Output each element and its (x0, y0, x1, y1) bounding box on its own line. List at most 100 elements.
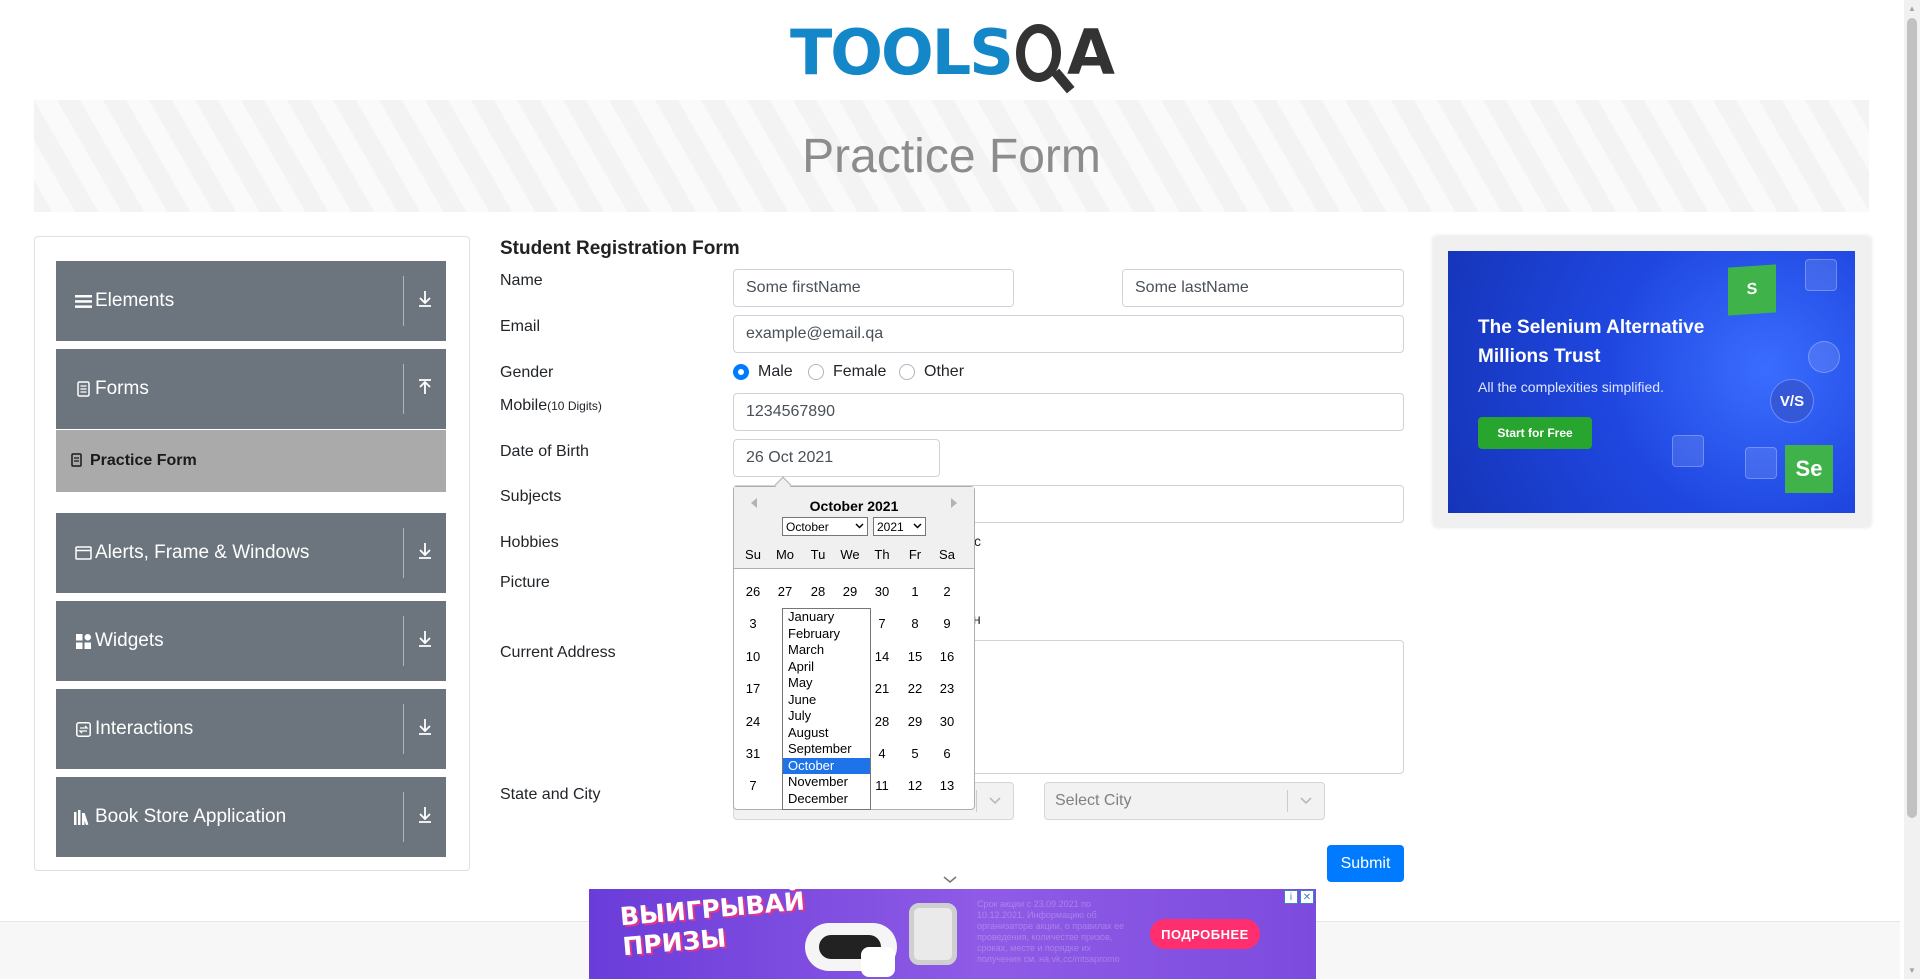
chevron-down-icon (913, 521, 922, 532)
vs-badge: V/S (1770, 379, 1814, 423)
ad-more-button[interactable]: ПОДРОБНЕЕ (1150, 919, 1260, 949)
mobile-input[interactable]: 1234567890 (733, 393, 1404, 431)
dob-label: Date of Birth (500, 443, 589, 460)
calendar-day[interactable]: 16 (931, 649, 963, 664)
first-name-input[interactable]: Some firstName (733, 269, 1014, 307)
calendar-day[interactable]: 1 (899, 584, 931, 599)
expand-icon (404, 806, 446, 829)
hobbies-label: Hobbies (500, 534, 559, 551)
month-option[interactable]: January (783, 609, 870, 626)
calendar-day[interactable]: 23 (931, 681, 963, 696)
calendar-day[interactable]: 27 (769, 584, 801, 599)
calendar-day[interactable]: 12 (899, 778, 931, 793)
submit-button[interactable]: Submit (1327, 845, 1404, 882)
page-title: Practice Form (802, 129, 1101, 183)
gender-radio-other[interactable]: Other (899, 363, 964, 381)
month-option[interactable]: April (783, 659, 870, 676)
sidebar-group-elements[interactable]: Elements (56, 261, 446, 341)
scrollbar-thumb[interactable] (1907, 18, 1917, 818)
bottom-ad-banner[interactable]: ВЫИГРЫВАЙ ПРИЗЫ Срок акции с 23.09.2021 … (589, 889, 1316, 979)
sidebar-group-alerts[interactable]: Alerts, Frame & Windows (56, 513, 446, 593)
sidebar-group-label: Book Store Application (95, 806, 287, 827)
sidebar-group-book-store[interactable]: Book Store Application (56, 777, 446, 857)
email-label: Email (500, 318, 541, 335)
address-label: Current Address (500, 644, 616, 661)
chevron-down-icon[interactable] (943, 872, 957, 887)
gender-radio-male[interactable]: Male (733, 363, 793, 381)
calendar-day[interactable]: 17 (737, 681, 769, 696)
window-icon (73, 546, 93, 560)
calendar-day[interactable]: 29 (834, 584, 866, 599)
dob-input[interactable]: 26 Oct 2021 (733, 439, 940, 477)
day-name: Mo (775, 547, 795, 562)
radio-unchecked (899, 364, 915, 380)
sidebar-group-label: Interactions (95, 718, 194, 739)
month-select[interactable]: October (782, 517, 868, 536)
calendar-day[interactable]: 2 (931, 584, 963, 599)
sidebar-group-widgets[interactable]: Widgets (56, 601, 446, 681)
radio-label: Female (833, 363, 887, 380)
calendar-day[interactable]: 8 (899, 616, 931, 631)
calendar-day[interactable]: 10 (737, 649, 769, 664)
month-option[interactable]: May (783, 675, 870, 692)
ad-fine-print: Срок акции с 23.09.2021 по 10.12.2021. И… (977, 899, 1125, 964)
month-option[interactable]: December (783, 791, 870, 808)
hobbies-fragment: c (974, 533, 981, 549)
day-name: We (840, 547, 860, 562)
next-month-icon[interactable] (950, 497, 958, 512)
image-icon (1672, 435, 1704, 467)
sidebar-group-forms[interactable]: Forms (56, 349, 446, 429)
expand-icon (404, 290, 446, 313)
expand-icon (404, 542, 446, 565)
calendar-day[interactable]: 30 (866, 584, 898, 599)
month-option[interactable]: September (783, 741, 870, 758)
gender-radio-female[interactable]: Female (808, 363, 886, 381)
calendar-day[interactable]: 6 (931, 746, 963, 761)
toolsqa-logo[interactable]: TOOLS A (790, 14, 1115, 92)
start-for-free-button[interactable]: Start for Free (1478, 417, 1592, 449)
sidebar-group-interactions[interactable]: Interactions (56, 689, 446, 769)
calendar-day[interactable]: 24 (737, 714, 769, 729)
month-option[interactable]: August (783, 725, 870, 742)
email-input[interactable]: example@email.qa (733, 315, 1404, 353)
selenium-alternative-ad[interactable]: S V/S Se The Selenium Alternative Millio… (1448, 251, 1855, 513)
calendar-day[interactable]: 9 (931, 616, 963, 631)
sidebar-group-label: Alerts, Frame & Windows (95, 542, 310, 563)
page-scrollbar[interactable]: ▲ ▼ (1904, 0, 1920, 979)
calendar-day[interactable]: 3 (737, 616, 769, 631)
ad-title: ВЫИГРЫВАЙ ПРИЗЫ (618, 889, 806, 962)
scroll-down-icon[interactable]: ▼ (1908, 966, 1916, 975)
month-option[interactable]: June (783, 692, 870, 709)
calendar-day[interactable]: 29 (899, 714, 931, 729)
close-icon[interactable]: ✕ (1300, 890, 1314, 904)
datepicker-header: October 2021 October 2021 Su Mo Tu We Th Fr Sa (734, 487, 974, 569)
hamburger-icon (73, 294, 93, 309)
sidebar-item-practice-form[interactable]: Practice Form (56, 430, 446, 492)
calendar-day[interactable]: 15 (899, 649, 931, 664)
logo-text: TOOLS (790, 16, 1014, 89)
calendar-day[interactable]: 26 (737, 584, 769, 599)
month-option[interactable]: February (783, 626, 870, 643)
calendar-day[interactable]: 13 (931, 778, 963, 793)
calendar-day[interactable]: 22 (899, 681, 931, 696)
last-name-input[interactable]: Some lastName (1122, 269, 1404, 307)
info-icon[interactable]: i (1284, 890, 1298, 904)
city-select[interactable]: Select City (1044, 782, 1325, 820)
day-name: Th (874, 547, 890, 562)
logo-text-end: A (1067, 16, 1115, 89)
calendar-day[interactable]: 7 (737, 778, 769, 793)
calendar-day[interactable]: 31 (737, 746, 769, 761)
calendar-day[interactable]: 28 (802, 584, 834, 599)
calendar-day[interactable]: 5 (899, 746, 931, 761)
radio-checked (733, 364, 749, 380)
scroll-up-icon[interactable]: ▲ (1908, 4, 1916, 13)
code-icon (1805, 259, 1837, 291)
month-option[interactable]: July (783, 708, 870, 725)
calendar-day[interactable]: 30 (931, 714, 963, 729)
month-option[interactable]: November (783, 774, 870, 791)
month-option[interactable]: March (783, 642, 870, 659)
month-dropdown-list[interactable]: January February March April May June July Augu… (782, 608, 871, 810)
month-option[interactable]: October (783, 757, 870, 774)
sidebar-item-label: Practice Form (90, 452, 197, 469)
year-select[interactable]: 2021 (873, 517, 926, 536)
